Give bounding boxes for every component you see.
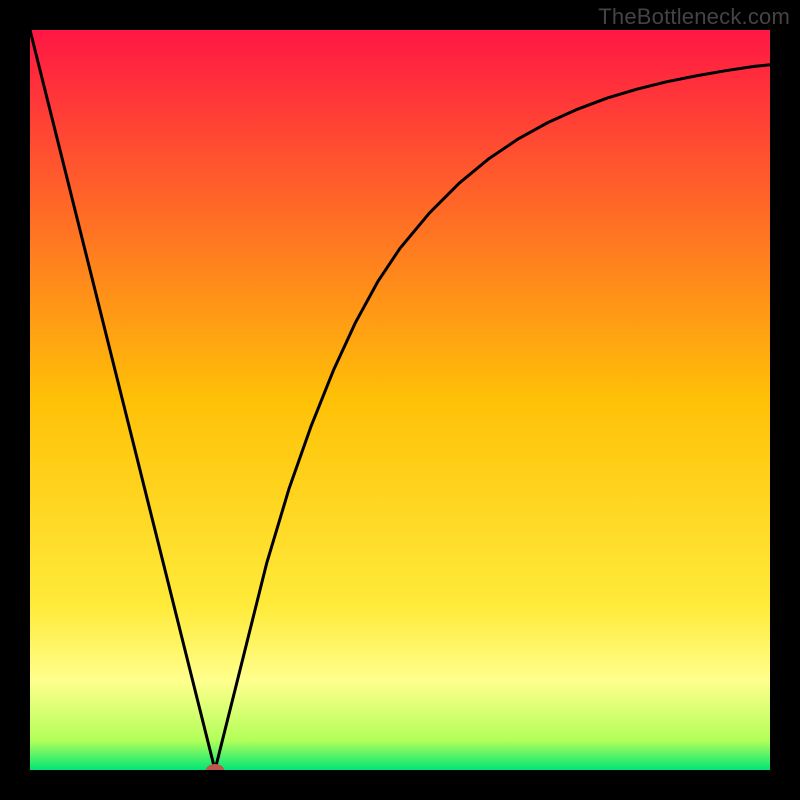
bottleneck-chart (30, 30, 770, 770)
watermark-text: TheBottleneck.com (598, 4, 790, 30)
chart-frame: TheBottleneck.com (0, 0, 800, 800)
chart-background (30, 30, 770, 770)
